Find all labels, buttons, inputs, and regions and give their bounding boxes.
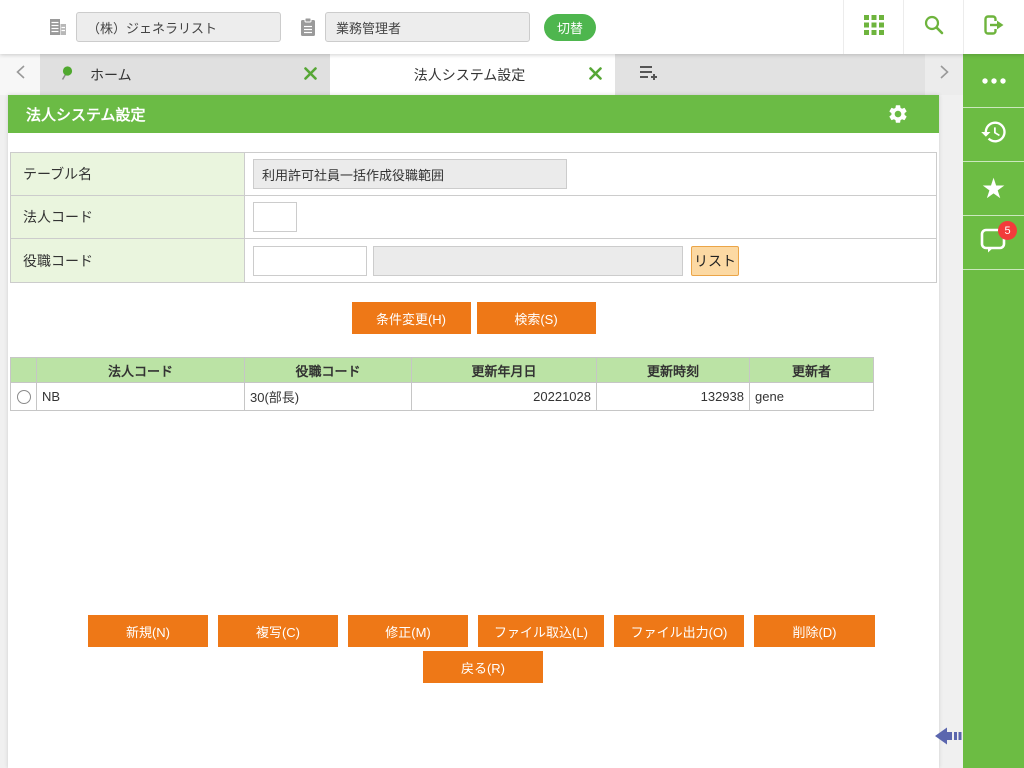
tab-corporate-system-settings[interactable]: 法人システム設定 [330, 54, 615, 95]
updated-time-cell: 132938 [596, 382, 750, 411]
pin-icon [60, 65, 73, 84]
close-icon[interactable] [589, 66, 602, 83]
search-icon [923, 14, 945, 41]
panel-title-bar: 法人システム設定 [8, 95, 939, 133]
grid-icon [863, 14, 885, 41]
filter-form: テーブル名 法人コード 役職コード [10, 152, 937, 283]
updated-date-header: 更新年月日 [411, 357, 597, 383]
search-button[interactable] [903, 0, 963, 54]
close-icon[interactable] [304, 66, 317, 83]
tabstrip: ホーム 法人システム設定 [0, 54, 963, 95]
switch-button[interactable]: 切替 [544, 13, 596, 41]
chevron-right-icon [939, 65, 949, 84]
updated-by-cell: gene [749, 382, 874, 411]
history-clock-icon [980, 118, 1008, 151]
role-icon [299, 17, 317, 37]
messages-button[interactable]: 5 [963, 216, 1024, 270]
corp-code-field[interactable] [253, 202, 297, 232]
updated-date-cell: 20221028 [411, 382, 597, 411]
corp-code-cell: NB [36, 382, 245, 411]
star-icon: ★ [980, 172, 1007, 204]
history-button[interactable] [963, 108, 1024, 162]
search-execute-button[interactable]: 検索(S) [476, 302, 596, 334]
company-icon [48, 17, 68, 37]
role-code-label: 役職コード [11, 239, 245, 282]
logout-icon [982, 14, 1006, 41]
chevron-left-icon [15, 65, 25, 84]
tab-scroll-right-button[interactable] [925, 54, 963, 95]
search-buttons: 条件変更(H) 検索(S) [8, 302, 939, 334]
form-row-corp-code: 法人コード [11, 196, 936, 239]
back-button[interactable]: 戻る(R) [423, 651, 543, 683]
role-code-cell: 30(部長) [244, 382, 412, 411]
logout-button[interactable] [963, 0, 1024, 54]
file-export-button[interactable]: ファイル出力(O) [614, 615, 744, 647]
results-header-row: 法人コード 役職コード 更新年月日 更新時刻 更新者 [10, 357, 874, 383]
action-buttons: 新規(N) 複写(C) 修正(M) ファイル取込(L) ファイル出力(O) 削除… [88, 615, 878, 683]
notification-badge: 5 [998, 221, 1017, 240]
new-tab-button[interactable] [615, 54, 925, 95]
add-list-icon [639, 64, 659, 86]
tab-active-label: 法人システム設定 [413, 66, 526, 83]
content-panel: 法人システム設定 テーブル名 法人コード [8, 95, 939, 768]
list-button[interactable]: リスト [691, 245, 739, 276]
page-title: 法人システム設定 [26, 106, 146, 124]
right-sidebar: ★ 5 [963, 54, 1024, 768]
gear-icon[interactable] [887, 103, 909, 125]
role-code-field[interactable] [253, 245, 367, 276]
tab-home[interactable]: ホーム [40, 54, 330, 95]
new-button[interactable]: 新規(N) [88, 615, 208, 647]
file-import-button[interactable]: ファイル取込(L) [478, 615, 604, 647]
corp-code-header: 法人コード [36, 357, 245, 383]
app-grid-button[interactable] [843, 0, 903, 54]
ellipsis-icon [981, 72, 1007, 90]
tab-scroll-left-button[interactable] [0, 54, 40, 95]
select-column-header [10, 357, 37, 383]
delete-button[interactable]: 削除(D) [754, 615, 875, 647]
updated-time-header: 更新時刻 [596, 357, 750, 383]
table-row[interactable]: NB 30(部長) 20221028 132938 gene [10, 382, 874, 411]
more-menu-button[interactable] [963, 54, 1024, 108]
change-condition-button[interactable]: 条件変更(H) [351, 302, 471, 334]
topbar: 切替 [0, 0, 1024, 54]
form-row-table-name: テーブル名 [11, 153, 936, 196]
table-name-label: テーブル名 [11, 153, 245, 195]
role-code-name-field[interactable] [373, 245, 683, 276]
corp-code-label: 法人コード [11, 196, 245, 238]
results-table: 法人コード 役職コード 更新年月日 更新時刻 更新者 NB 30(部長) 202… [10, 357, 874, 411]
favorites-button[interactable]: ★ [963, 162, 1024, 216]
row-select-radio[interactable] [16, 390, 31, 405]
table-name-field[interactable] [253, 159, 567, 189]
form-row-role-code: 役職コード リスト [11, 239, 936, 282]
modify-button[interactable]: 修正(M) [348, 615, 468, 647]
role-code-header: 役職コード [244, 357, 412, 383]
topbar-icons [843, 0, 1024, 54]
page-background: 法人システム設定 テーブル名 法人コード [0, 95, 963, 768]
updated-by-header: 更新者 [749, 357, 874, 383]
role-input[interactable] [325, 12, 530, 42]
copy-button[interactable]: 複写(C) [218, 615, 338, 647]
collapse-panel-arrow-icon[interactable] [934, 725, 962, 752]
company-input[interactable] [76, 12, 281, 42]
tab-home-label: ホーム [90, 66, 132, 83]
